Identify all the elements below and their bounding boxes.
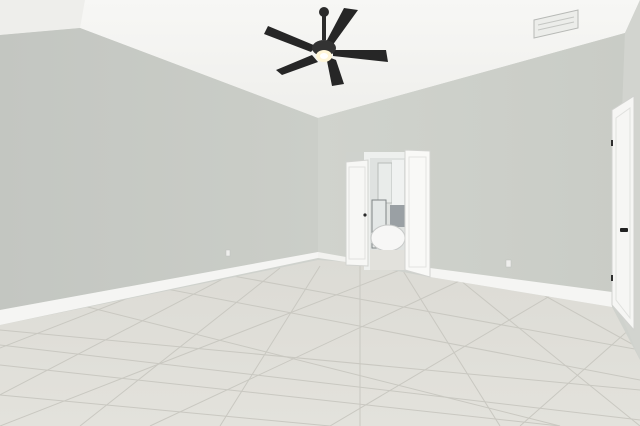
fan-mount xyxy=(319,7,329,17)
bathroom-mirror xyxy=(377,162,393,204)
freestanding-bathtub xyxy=(370,224,406,252)
door-knob[interactable] xyxy=(363,213,367,217)
wall-outlet xyxy=(225,249,231,257)
fan-light-glow xyxy=(320,53,328,59)
bedroom-photo xyxy=(0,0,640,426)
bathroom-window xyxy=(392,160,404,205)
closet-door-hinge xyxy=(611,140,613,146)
wall-outlet xyxy=(505,259,512,268)
bathroom-floor xyxy=(370,250,406,270)
closet-door-handle[interactable] xyxy=(620,228,628,232)
right-door-leaf[interactable] xyxy=(404,149,431,278)
closet-door-hinge xyxy=(611,275,613,281)
left-door-leaf[interactable] xyxy=(345,159,369,267)
bathroom-cabinet xyxy=(390,205,406,227)
closet-door[interactable] xyxy=(611,95,635,332)
